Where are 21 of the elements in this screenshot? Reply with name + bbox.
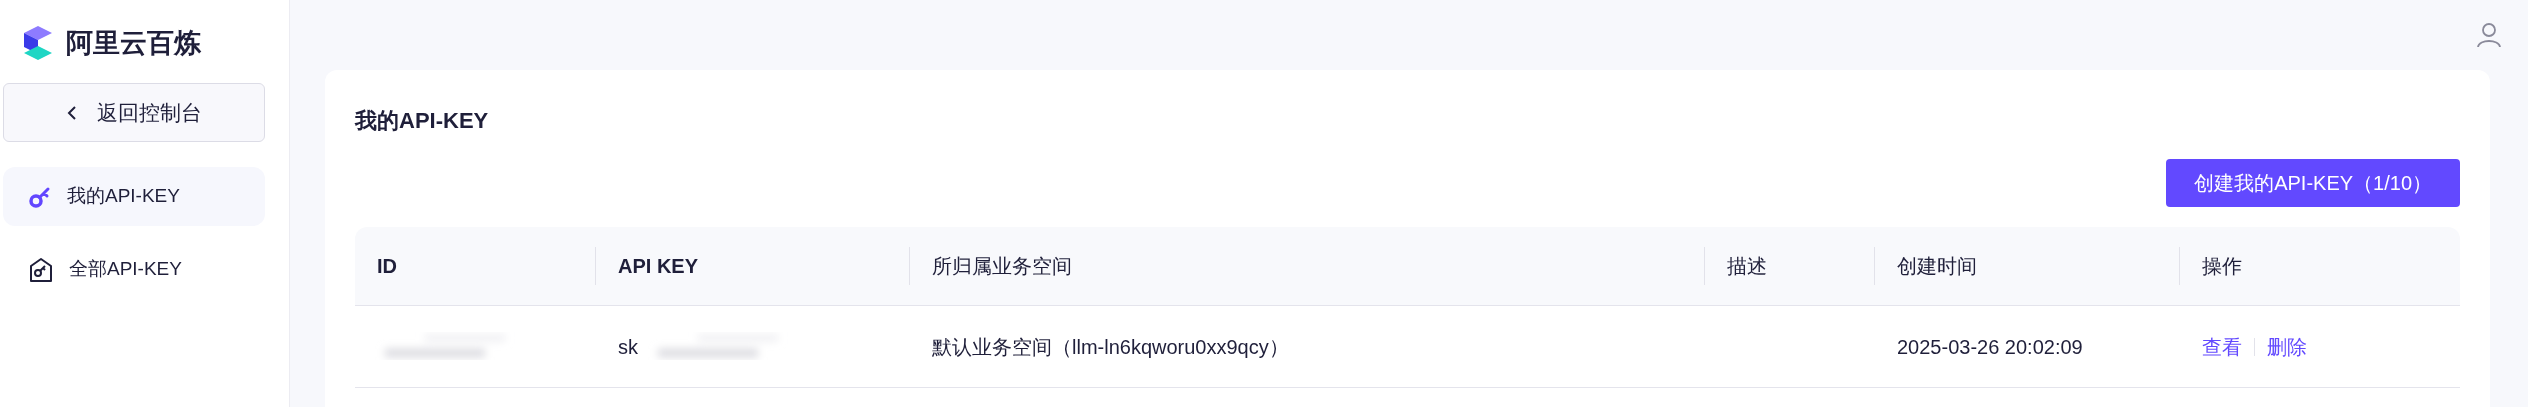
house-key-icon (29, 256, 53, 283)
user-icon[interactable] (2476, 22, 2502, 48)
table-cell: 默认业务空间（llm-ln6kqworu0xx9qcy） (932, 335, 1289, 358)
key-icon (29, 185, 51, 208)
page-title: 我的API-KEY (355, 107, 490, 135)
logo-icon (22, 24, 54, 62)
column-header: ID (376, 254, 397, 279)
create-button[interactable]: 创建我的API-KEY（1/10） (2166, 159, 2460, 207)
table-cell: 2025-03-26 20:02:09 (1897, 335, 2083, 358)
brand-name: 阿里云百炼 (66, 26, 201, 60)
column-header: 创建时间 (1896, 254, 1977, 279)
column-header: 操作 (2201, 254, 2242, 279)
action-link[interactable]: 删除 (2267, 331, 2307, 362)
sidebar-item[interactable]: 我的API-KEY (3, 167, 265, 226)
column-header: 描述 (1726, 254, 1767, 279)
table-cell-text: sk (618, 334, 638, 360)
column-header: 所归属业务空间 (931, 254, 1072, 279)
chevron-left-icon (66, 104, 77, 121)
back-button[interactable]: 返回控制台 (3, 83, 265, 142)
column-header: API KEY (617, 254, 699, 279)
action-link[interactable]: 查看 (2202, 331, 2242, 362)
